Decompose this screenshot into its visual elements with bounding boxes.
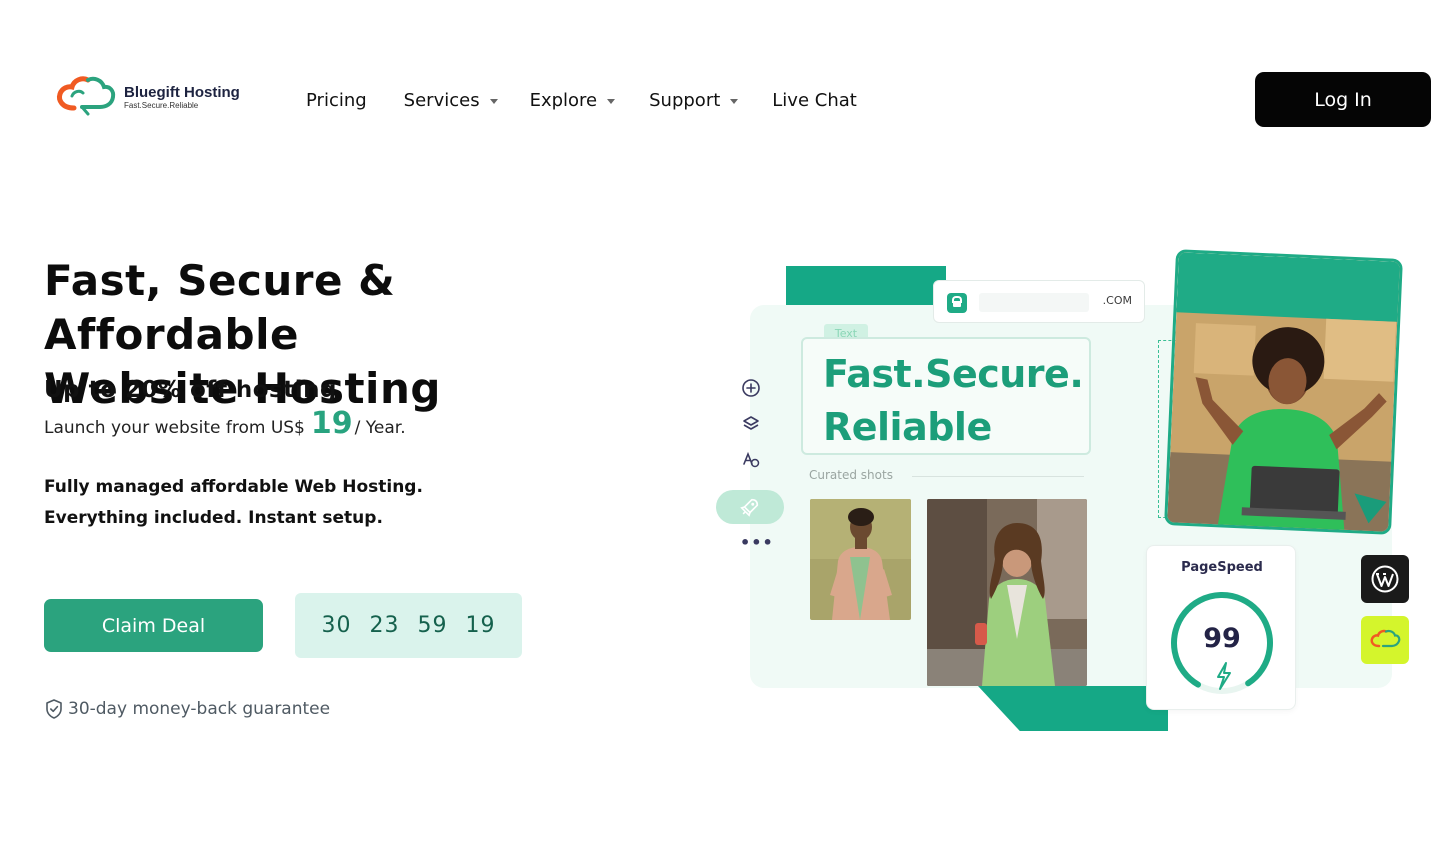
cloud-logo-icon bbox=[57, 76, 116, 116]
countdown-hours: 23 bbox=[369, 613, 400, 638]
bluegift-cloud-icon bbox=[1361, 616, 1409, 664]
lock-icon bbox=[947, 293, 967, 313]
curated-label: Curated shots bbox=[809, 468, 893, 482]
shield-check-icon bbox=[46, 699, 62, 719]
pagespeed-label: PageSpeed bbox=[1181, 560, 1263, 575]
launch-suffix: / Year. bbox=[354, 418, 406, 438]
nav-pricing-label: Pricing bbox=[306, 89, 367, 111]
add-icon bbox=[734, 370, 768, 406]
url-field bbox=[979, 293, 1089, 312]
launch-prefix: Launch your website from US$ bbox=[44, 418, 305, 438]
launch-price: 19 bbox=[310, 406, 353, 441]
layers-icon bbox=[734, 406, 768, 442]
builder-headline-line2: Reliable bbox=[823, 405, 992, 449]
photo-woman-green-suit bbox=[927, 499, 1087, 686]
countdown-minutes: 59 bbox=[417, 613, 448, 638]
launch-price-line: Launch your website from US$ 19 / Year. bbox=[44, 406, 406, 441]
managed-line2: Everything included. Instant setup. bbox=[44, 508, 383, 528]
builder-headline-line1: Fast.Secure. bbox=[823, 352, 1084, 396]
pagespeed-value: 99 bbox=[1203, 623, 1241, 654]
nav-live-chat[interactable]: Live Chat bbox=[772, 90, 857, 111]
chevron-down-icon bbox=[730, 98, 739, 104]
nav-services-label: Services bbox=[403, 89, 480, 111]
hero-title-line1: Fast, Secure & Affordable bbox=[44, 256, 396, 359]
more-icon: ••• bbox=[740, 533, 774, 552]
managed-line1: Fully managed affordable Web Hosting. bbox=[44, 477, 423, 497]
decor-shape-top bbox=[786, 266, 946, 306]
nav-pricing[interactable]: Pricing bbox=[306, 90, 367, 111]
photo-man bbox=[810, 499, 911, 620]
managed-text: Fully managed affordable Web Hosting. Ev… bbox=[44, 472, 423, 534]
pagespeed-card: PageSpeed 99 bbox=[1146, 545, 1296, 710]
nav-live-chat-label: Live Chat bbox=[772, 89, 857, 111]
nav-explore-label: Explore bbox=[529, 89, 598, 111]
nav-support-label: Support bbox=[649, 89, 721, 111]
countdown-days: 30 bbox=[321, 613, 352, 638]
login-button[interactable]: Log In bbox=[1255, 72, 1431, 127]
brand-tagline: Fast.Secure.Reliable bbox=[124, 100, 199, 110]
claim-deal-button[interactable]: Claim Deal bbox=[44, 599, 263, 652]
countdown-timer: 30 23 59 19 bbox=[295, 593, 522, 658]
domain-suffix: .COM bbox=[1102, 294, 1132, 307]
wordpress-icon bbox=[1361, 555, 1409, 603]
hero-illustration: .COM ••• Text Fast.Secure. Reliable Cura… bbox=[700, 240, 1440, 740]
guarantee-text: 30-day money-back guarantee bbox=[68, 699, 331, 719]
nav-services[interactable]: Services bbox=[404, 90, 498, 111]
chevron-down-icon bbox=[607, 98, 616, 104]
discount-text: Up to 20% off hosting bbox=[44, 377, 337, 403]
main-nav: Pricing Services Explore Support Live Ch… bbox=[306, 86, 857, 114]
rocket-icon bbox=[716, 490, 784, 524]
chevron-down-icon bbox=[489, 98, 498, 104]
nav-support[interactable]: Support bbox=[649, 89, 739, 111]
url-bar: .COM bbox=[933, 280, 1145, 323]
brand-name: Bluegift Hosting bbox=[124, 83, 240, 101]
guarantee-note: 30-day money-back guarantee bbox=[44, 698, 330, 720]
decor-shape-bottom bbox=[978, 686, 1168, 731]
countdown-seconds: 19 bbox=[465, 613, 496, 638]
brand-logo[interactable]: Bluegift Hosting Fast.Secure.Reliable bbox=[52, 74, 272, 120]
divider bbox=[912, 476, 1084, 477]
font-style-icon bbox=[734, 442, 768, 478]
nav-explore[interactable]: Explore bbox=[530, 90, 616, 111]
builder-headline: Fast.Secure. Reliable bbox=[823, 348, 1103, 454]
lightning-icon bbox=[1217, 662, 1231, 690]
